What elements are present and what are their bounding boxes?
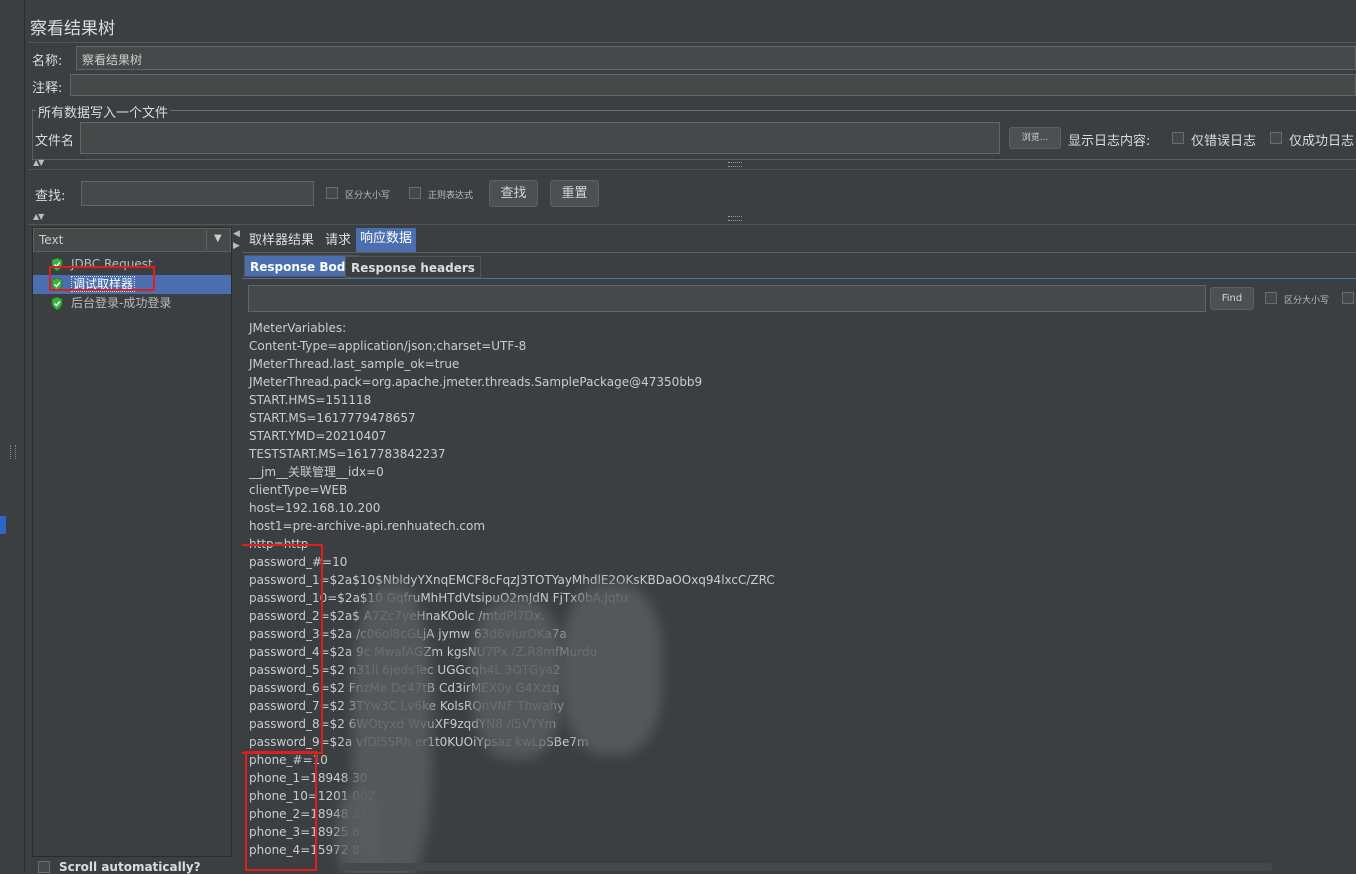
response-line: TESTSTART.MS=1617783842237 (249, 447, 446, 461)
tab-response-data[interactable]: 响应数据 (356, 228, 417, 252)
splitter-grip[interactable] (10, 445, 16, 459)
success-shield-icon (51, 297, 63, 310)
reset-button[interactable]: 重置 (550, 180, 599, 207)
case-sensitive-label: 区分大小写 (345, 191, 391, 201)
response-line: clientType=WEB (249, 483, 348, 497)
search-label: 查找: (35, 189, 66, 204)
tab-divider (242, 252, 1356, 253)
response-line: phone_4=15972 8 (249, 843, 360, 857)
divider (28, 224, 1356, 225)
success-only-checkbox[interactable] (1270, 132, 1282, 144)
redaction-smudge (337, 789, 382, 873)
response-search-input[interactable] (248, 285, 1206, 312)
annotation-highlight-box (242, 544, 323, 754)
response-line: START.YMD=20210407 (249, 429, 387, 443)
response-lines: JMeterVariables: Content-Type=applicatio… (249, 319, 775, 859)
subtab-response-headers[interactable]: Response headers (345, 256, 481, 278)
find-button[interactable]: 查找 (489, 180, 538, 207)
response-line: __jm__关联管理__idx=0 (249, 465, 384, 479)
tab-sampler-result[interactable]: 取样器结果 (246, 230, 317, 252)
file-section-legend: 所有数据写入一个文件 (36, 102, 171, 121)
response-line: START.HMS=151118 (249, 393, 372, 407)
tree-item-backend-login[interactable]: 后台登录-成功登录 (51, 294, 171, 312)
errors-only-checkbox[interactable] (1172, 132, 1184, 144)
comment-field[interactable] (70, 74, 1356, 96)
log-content-label: 显示日志内容: (1068, 134, 1151, 149)
response-line: password_#=10 (249, 555, 348, 569)
results-tree-panel: 察看结果树 名称: 察看结果树 注释: 所有数据写入一个文件 文件名 浏览...… (28, 0, 1356, 874)
response-line: host1=pre-archive-api.renhuatech.com (249, 519, 486, 533)
result-detail-panel: 取样器结果 请求 响应数据 Response Body Response hea… (242, 227, 1356, 873)
annotation-highlight-box (245, 751, 317, 871)
response-case-checkbox[interactable] (1265, 292, 1277, 304)
response-line: Content-Type=application/json;charset=UT… (249, 339, 527, 353)
horizontal-scrollbar[interactable] (342, 863, 1272, 871)
response-line: phone_10=1201 002 (249, 789, 376, 803)
left-dock-strip (0, 0, 25, 873)
annotation-highlight-box (49, 266, 155, 291)
search-input[interactable] (81, 181, 314, 206)
redaction-smudge (562, 584, 662, 754)
page-title: 察看结果树 (30, 19, 115, 39)
name-field[interactable]: 察看结果树 (76, 46, 1356, 70)
response-line: phone_2=18948 31 (249, 807, 368, 821)
file-name-label: 文件名 (35, 134, 75, 149)
response-line: phone_1=18948 30 (249, 771, 368, 785)
success-only-label: 仅成功日志 (1289, 134, 1355, 149)
file-section-border (32, 110, 1356, 111)
tree-item-label: 后台登录-成功登录 (71, 296, 172, 310)
response-case-label: 区分大小写 (1284, 296, 1330, 306)
split-arrows-icon[interactable]: ◀ ▶ (233, 228, 240, 252)
splitter-handle[interactable] (728, 162, 742, 167)
response-body-text: JMeterVariables: Content-Type=applicatio… (242, 319, 1356, 873)
renderer-select[interactable]: Text ▼ (33, 228, 231, 252)
response-regex-checkbox[interactable] (1342, 292, 1354, 304)
response-line: START.MS=1617779478657 (249, 411, 416, 425)
scroll-auto-checkbox[interactable] (38, 861, 50, 873)
collapse-arrows-icon[interactable]: ▲▼ (33, 212, 44, 221)
comment-label: 注释: (32, 81, 63, 96)
renderer-select-value: Text (39, 233, 64, 247)
name-label: 名称: (32, 54, 63, 69)
chevron-down-icon[interactable]: ▼ (214, 233, 222, 244)
response-find-button[interactable]: Find (1210, 287, 1254, 310)
divider (28, 42, 1356, 43)
response-line: host=192.168.10.200 (249, 501, 381, 515)
regex-label: 正则表达式 (428, 191, 474, 201)
errors-only-label: 仅错误日志 (1191, 134, 1257, 149)
tab-request[interactable]: 请求 (322, 230, 354, 252)
redaction-smudge (472, 599, 562, 759)
sample-tree-panel: Text ▼ JDBC Request 调试取样器 后台登录-成功登录 (32, 227, 232, 857)
dock-marker (0, 516, 6, 534)
response-line: JMeterVariables: (249, 321, 347, 335)
response-line: http=http (249, 537, 309, 551)
scroll-auto-label: Scroll automatically? (59, 860, 201, 874)
subtab-divider (242, 278, 1356, 279)
response-line: password_1=$2a$10$NbldyYXnqEMCF8cFqzJ3TO… (249, 573, 775, 587)
select-divider (206, 230, 207, 250)
response-line: JMeterThread.pack=org.apache.jmeter.thre… (249, 375, 703, 389)
splitter-handle[interactable] (728, 216, 742, 221)
divider (28, 169, 1356, 170)
response-line: phone_3=18925 8 (249, 825, 360, 839)
file-name-field[interactable] (80, 122, 1000, 154)
response-line: JMeterThread.last_sample_ok=true (249, 357, 460, 371)
browse-button[interactable]: 浏览... (1009, 127, 1061, 149)
regex-checkbox[interactable] (409, 187, 421, 199)
subtab-response-body[interactable]: Response Body (244, 255, 360, 277)
collapse-arrows-icon[interactable]: ▲▼ (33, 158, 44, 167)
case-sensitive-checkbox[interactable] (326, 187, 338, 199)
